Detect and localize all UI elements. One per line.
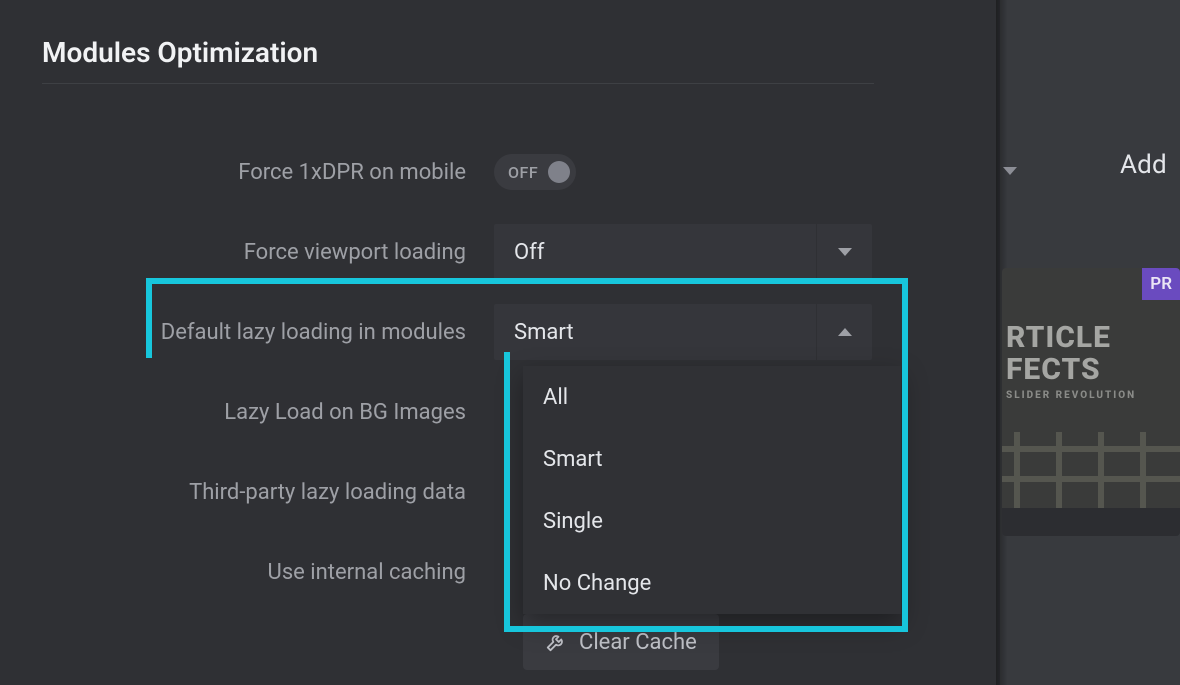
dropdown-option-smart[interactable]: Smart: [523, 428, 901, 490]
addon-card-footer: [1002, 508, 1180, 536]
label-force-dpr: Force 1xDPR on mobile: [42, 160, 494, 185]
add-label[interactable]: Add: [1120, 150, 1167, 180]
addon-title: RTICLE FECTS SLIDER REVOLUTION: [1002, 322, 1180, 401]
lazy-loading-dropdown: All Smart Single No Change: [523, 366, 901, 614]
toggle-force-dpr-state: OFF: [508, 163, 538, 182]
select-viewport-value: Off: [494, 224, 816, 280]
row-lazy-loading: Default lazy loading in modules Smart: [42, 292, 874, 372]
chevron-up-icon: [816, 304, 872, 360]
page-title: Modules Optimization: [42, 36, 874, 69]
wrench-icon: [545, 631, 567, 653]
clear-cache-button[interactable]: Clear Cache: [523, 614, 719, 670]
row-viewport: Force viewport loading Off: [42, 212, 874, 292]
chevron-down-icon: [816, 224, 872, 280]
premium-badge: PR: [1142, 268, 1180, 300]
title-divider: [42, 83, 874, 84]
chevron-down-icon: [1003, 167, 1017, 175]
select-lazy-loading[interactable]: Smart: [494, 304, 872, 360]
addon-art: [1002, 438, 1180, 508]
label-viewport: Force viewport loading: [42, 240, 494, 265]
addon-title-line2: FECTS: [1006, 354, 1180, 386]
toggle-knob-icon: [548, 161, 570, 183]
label-bg-images: Lazy Load on BG Images: [42, 400, 494, 425]
dropdown-option-single[interactable]: Single: [523, 490, 901, 552]
select-lazy-loading-value: Smart: [494, 304, 816, 360]
select-viewport[interactable]: Off: [494, 224, 872, 280]
label-third-party: Third-party lazy loading data: [42, 480, 494, 505]
clear-cache-label: Clear Cache: [579, 630, 697, 655]
addon-subtitle: SLIDER REVOLUTION: [1006, 390, 1180, 401]
label-internal-caching: Use internal caching: [42, 560, 494, 585]
dropdown-option-no-change[interactable]: No Change: [523, 552, 901, 614]
annotation-highlight: [504, 352, 510, 358]
label-lazy-loading: Default lazy loading in modules: [42, 320, 494, 345]
toggle-force-dpr[interactable]: OFF: [494, 154, 576, 190]
addon-title-line1: RTICLE: [1006, 322, 1180, 354]
row-force-dpr: Force 1xDPR on mobile OFF: [42, 132, 874, 212]
dropdown-option-all[interactable]: All: [523, 366, 901, 428]
addon-card[interactable]: PR RTICLE FECTS SLIDER REVOLUTION: [1002, 268, 1180, 536]
